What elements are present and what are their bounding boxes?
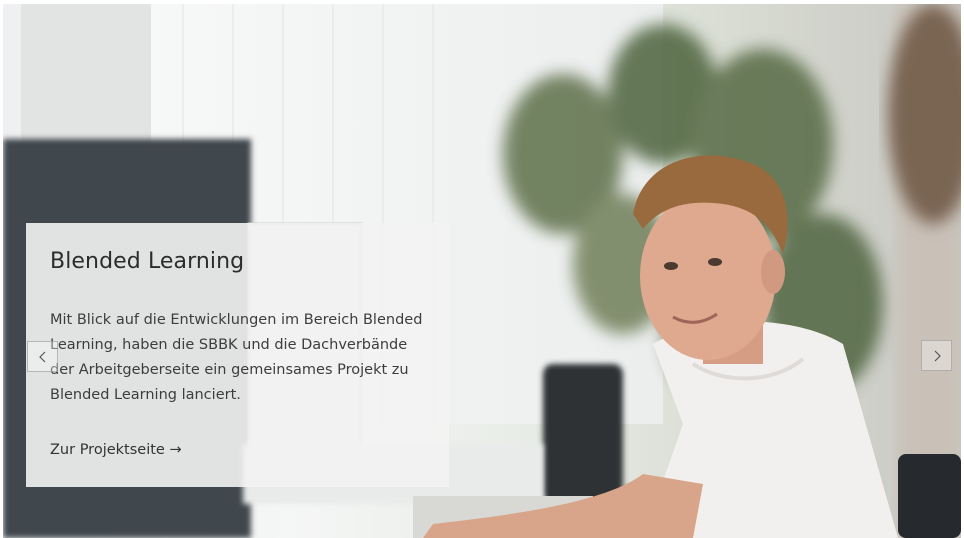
slide-title: Blended Learning <box>50 249 245 274</box>
slide-description: Mit Blick auf die Entwicklungen im Berei… <box>50 312 423 403</box>
slide-caption-card: Blended Learning Mit Blick auf die Entwi… <box>26 223 449 487</box>
project-page-link[interactable]: Zur Projektseite → <box>50 442 182 458</box>
chevron-right-icon <box>934 350 941 361</box>
carousel-prev-button[interactable] <box>27 341 58 372</box>
hero-carousel: Blended Learning Mit Blick auf die Entwi… <box>3 4 961 538</box>
carousel-next-button[interactable] <box>921 340 952 371</box>
chevron-left-icon <box>38 351 45 362</box>
